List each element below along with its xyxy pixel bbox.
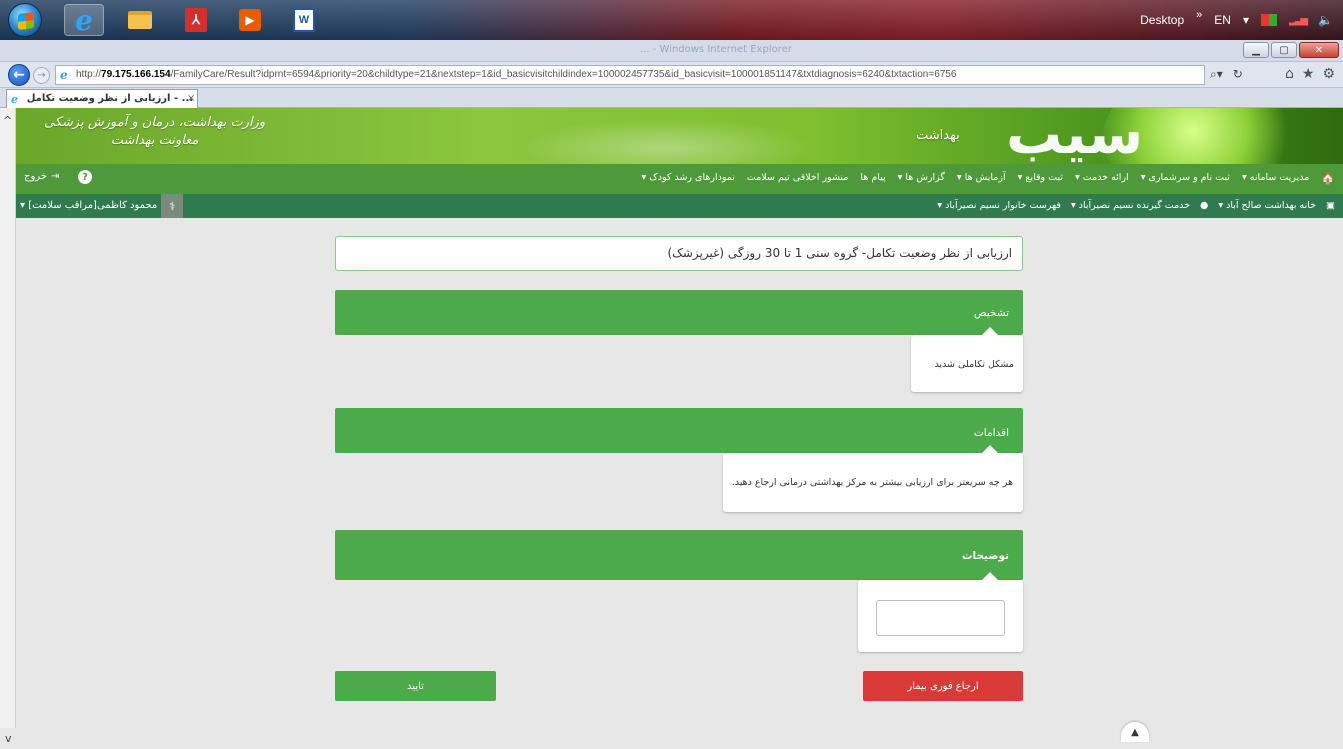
actions-title: اقدامات <box>973 427 1009 439</box>
person-icon: ● <box>1200 200 1209 211</box>
start-button[interactable] <box>8 3 42 37</box>
media-taskbar-button[interactable]: ▶ <box>230 4 270 36</box>
back-arrow-icon: ← <box>13 67 25 83</box>
scroll-down-icon[interactable]: v <box>5 732 12 745</box>
home-icon[interactable]: ⌂ <box>1285 66 1294 82</box>
comments-input[interactable] <box>876 600 1005 636</box>
confirm-button[interactable]: تایید <box>335 671 496 701</box>
close-window-button[interactable]: ✕ <box>1299 42 1339 58</box>
menu-reports[interactable]: گزارش ها ▾ <box>898 172 945 185</box>
context-service-recipient[interactable]: خدمت گیرنده نسیم نصیرآباد ▾ <box>1071 200 1190 211</box>
ministry-line-1: وزارت بهداشت، درمان و آموزش پزشکی <box>44 115 266 130</box>
tab-favicon-icon: e <box>11 93 18 106</box>
site-banner: وزارت بهداشت، درمان و آموزش پزشکی معاونت… <box>16 108 1343 164</box>
desktop-toolbar-label[interactable]: Desktop <box>1140 13 1184 27</box>
browser-navigation-bar: ← → e http://79.175.166.154/FamilyCare/R… <box>0 62 1343 88</box>
chevron-up-icon: ▲ <box>1131 726 1139 738</box>
maximize-button[interactable]: ▢ <box>1271 42 1297 58</box>
menu-registration-census[interactable]: ثبت نام و سرشماری ▾ <box>1141 172 1230 185</box>
word-taskbar-button[interactable]: W <box>284 4 324 36</box>
comments-section-header: توضیحات <box>335 530 1023 581</box>
diagnosis-section-header: تشخیص <box>335 290 1023 336</box>
browser-tab-active[interactable]: e ... - ارزیابی از نظر وضعیت تکامل × <box>6 89 198 108</box>
forward-arrow-icon: → <box>37 70 46 81</box>
scroll-up-icon[interactable]: ^ <box>3 114 12 127</box>
url-prefix: http:// <box>76 69 102 80</box>
exit-label: خروج <box>24 171 47 182</box>
diagnosis-card: مشکل تکاملی شدید <box>911 335 1023 392</box>
network-signal-icon[interactable]: ▂▃▅ <box>1289 15 1308 26</box>
main-menu-bar: 🏠 مدیریت سامانه ▾ ثبت نام و سرشماری ▾ ار… <box>16 164 1343 194</box>
help-icon[interactable]: ? <box>78 170 92 184</box>
internet-explorer-icon: e <box>75 3 93 37</box>
toolbar-chevron-icon[interactable]: » <box>1196 9 1202 21</box>
exit-icon: ⇥ <box>50 171 60 182</box>
forward-button[interactable]: → <box>33 67 50 84</box>
diagnosis-title: تشخیص <box>973 307 1009 319</box>
minimize-icon: ▁ <box>1252 44 1260 56</box>
browser-titlebar: ... - Windows Internet Explorer ▁ ▢ ✕ <box>0 40 1343 62</box>
ministry-logo-text: وزارت بهداشت، درمان و آموزش پزشکی معاونت… <box>44 114 265 150</box>
maximize-icon: ▢ <box>1279 44 1289 56</box>
user-stethoscope-icon: ⚕ <box>161 194 184 218</box>
close-icon: ✕ <box>1314 44 1324 56</box>
page-favicon-icon: e <box>60 68 68 82</box>
browser-window-title: ... - Windows Internet Explorer <box>640 44 792 55</box>
scroll-to-top-button[interactable]: ▲ <box>1121 722 1149 742</box>
media-player-icon: ▶ <box>239 9 261 31</box>
health-house-icon: ▣ <box>1326 200 1335 211</box>
urgent-referral-button[interactable]: ارجاع فوری بیمار <box>863 671 1023 701</box>
back-button[interactable]: ← <box>8 64 30 86</box>
menu-child-growth-charts[interactable]: نمودارهای رشد کودک ▾ <box>642 172 735 185</box>
explorer-taskbar-button[interactable] <box>120 4 160 36</box>
menu-tests[interactable]: آزمایش ها ▾ <box>957 172 1006 185</box>
page-scrollbar[interactable]: ^ <box>0 108 16 728</box>
favorites-star-icon[interactable]: ★ <box>1302 66 1315 82</box>
page-title: ارزیابی از نظر وضعیت تکامل- گروه سنی 1 ت… <box>335 236 1023 271</box>
browser-tab-strip: e ... - ارزیابی از نظر وضعیت تکامل × <box>0 88 1343 108</box>
menu-service-delivery[interactable]: ارائه خدمت ▾ <box>1075 172 1129 185</box>
ie-taskbar-button[interactable]: e <box>64 3 104 37</box>
site-logo-mark: سیب <box>1006 108 1144 164</box>
menu-messages[interactable]: پیام ها <box>860 172 885 185</box>
comments-title: توضیحات <box>961 550 1009 562</box>
menu-system-management[interactable]: مدیریت سامانه ▾ <box>1242 172 1309 185</box>
word-icon: W <box>293 8 315 32</box>
windows-logo-icon <box>18 12 34 30</box>
address-bar[interactable]: e http://79.175.166.154/FamilyCare/Resul… <box>55 65 1205 85</box>
action-center-flag-icon[interactable] <box>1260 14 1277 26</box>
site-logo-text: بهداشت <box>916 128 960 143</box>
tab-close-icon[interactable]: × <box>187 93 195 104</box>
pdf-icon: ⅄ <box>185 8 207 32</box>
user-menu[interactable]: ⚕ محمود کاظمی[مراقب سلامت] ▾ <box>16 194 184 218</box>
menu-event-registration[interactable]: ثبت وقایع ▾ <box>1018 172 1063 185</box>
context-health-house[interactable]: خانه بهداشت صالح آباد ▾ <box>1218 200 1316 211</box>
actions-section-header: اقدامات <box>335 408 1023 454</box>
context-menu-bar: ▣ خانه بهداشت صالح آباد ▾ ● خدمت گیرنده … <box>16 194 1343 218</box>
context-household-list[interactable]: فهرست خانوار نسیم نصیرآباد ▾ <box>937 200 1061 211</box>
search-icon[interactable]: ⌕▾ <box>1210 67 1223 82</box>
url-host: 79.175.166.154 <box>101 69 171 80</box>
language-indicator[interactable]: EN <box>1214 13 1231 27</box>
actions-card: هر چه سریعتر برای ارزیابی بیشتر به مرکز … <box>723 453 1023 512</box>
menu-ethics-charter[interactable]: منشور اخلاقی تیم سلامت <box>747 172 849 185</box>
diagnosis-value: مشکل تکاملی شدید <box>934 359 1014 370</box>
refresh-icon[interactable]: ↻ <box>1233 67 1243 82</box>
url-path: /FamilyCare/Result?idprnt=6594&priority=… <box>170 69 957 80</box>
user-name-label: محمود کاظمی[مراقب سلامت] ▾ <box>20 200 158 211</box>
folder-icon <box>128 11 152 29</box>
acrobat-taskbar-button[interactable]: ⅄ <box>176 4 216 36</box>
home-menu-icon[interactable]: 🏠 <box>1321 172 1335 185</box>
minimize-button[interactable]: ▁ <box>1243 42 1269 58</box>
volume-icon[interactable]: 🔈 <box>1318 13 1333 27</box>
tools-gear-icon[interactable]: ⚙ <box>1322 66 1335 82</box>
language-dropdown-icon[interactable]: ▾ <box>1243 13 1249 27</box>
actions-value: هر چه سریعتر برای ارزیابی بیشتر به مرکز … <box>731 477 1013 488</box>
system-tray: Desktop » EN ▾ ▂▃▅ 🔈 <box>1140 0 1343 40</box>
ministry-line-2: معاونت بهداشت <box>110 133 199 148</box>
windows-taskbar: e ⅄ ▶ W Desktop » EN ▾ ▂▃▅ 🔈 <box>0 0 1343 40</box>
exit-link[interactable]: ⇥ خروج <box>24 171 59 182</box>
tab-title: ... - ارزیابی از نظر وضعیت تکامل <box>26 93 193 104</box>
